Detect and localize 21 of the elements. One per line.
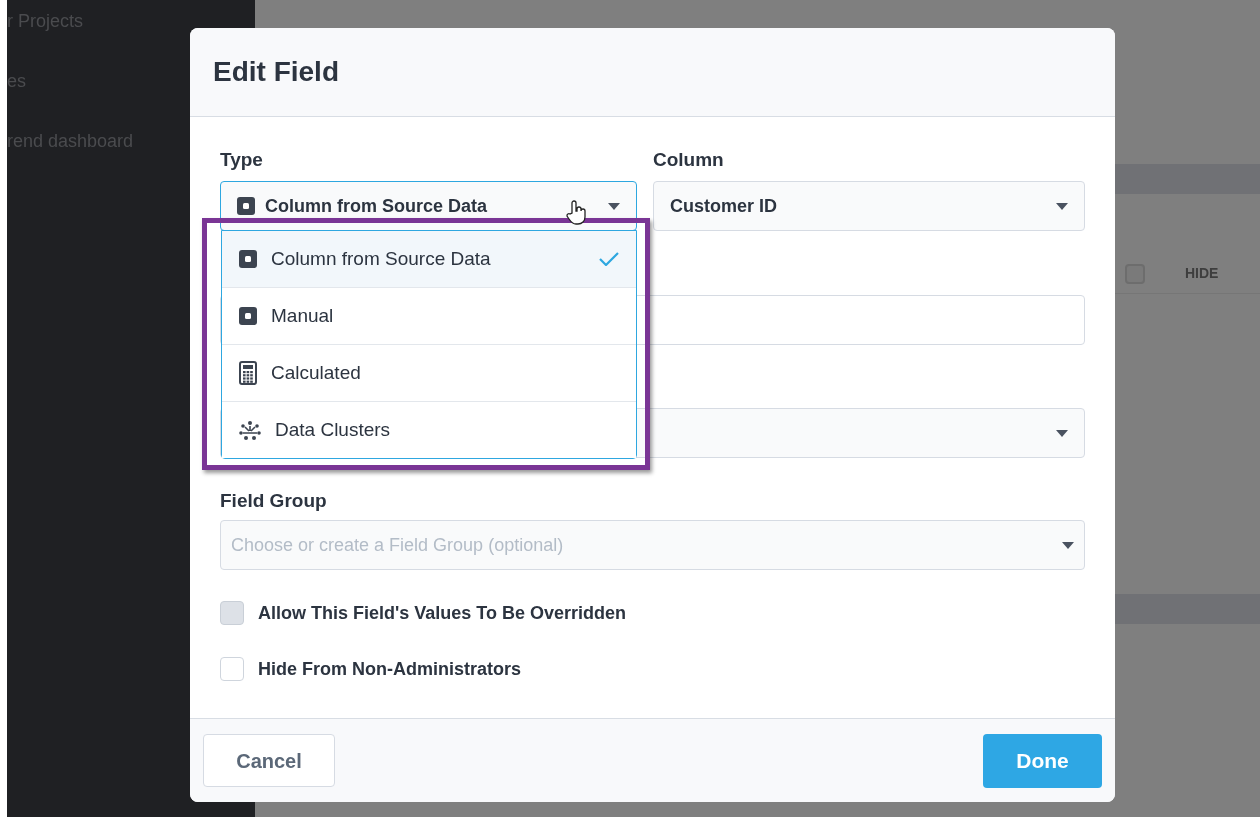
- calculator-icon: [239, 361, 257, 385]
- pointer-hand-icon: [565, 200, 589, 226]
- checkmark-icon: [599, 252, 619, 266]
- caret-icon: [1056, 429, 1068, 437]
- caret-icon: [608, 202, 620, 210]
- square-icon: [239, 250, 257, 268]
- cancel-button[interactable]: Cancel: [203, 734, 335, 787]
- square-icon: [237, 197, 255, 215]
- column-header: HIDE: [1185, 264, 1219, 283]
- field-label: Column: [653, 148, 725, 170]
- caret-icon: [1062, 541, 1074, 549]
- menu-item[interactable]: Column from Source Data: [222, 231, 636, 288]
- field-label: Type: [220, 148, 264, 170]
- clusters-icon: [239, 420, 261, 440]
- square-icon: [239, 307, 257, 325]
- checkbox-label[interactable]: Hide From Non-Administrators: [258, 655, 521, 683]
- dialog-title: Edit Field: [213, 55, 339, 89]
- caret-icon: [1056, 202, 1068, 210]
- column-select[interactable]: Customer ID: [653, 181, 1085, 231]
- field-label: Field Group: [220, 489, 328, 511]
- type-select[interactable]: Column from Source Data: [220, 181, 637, 231]
